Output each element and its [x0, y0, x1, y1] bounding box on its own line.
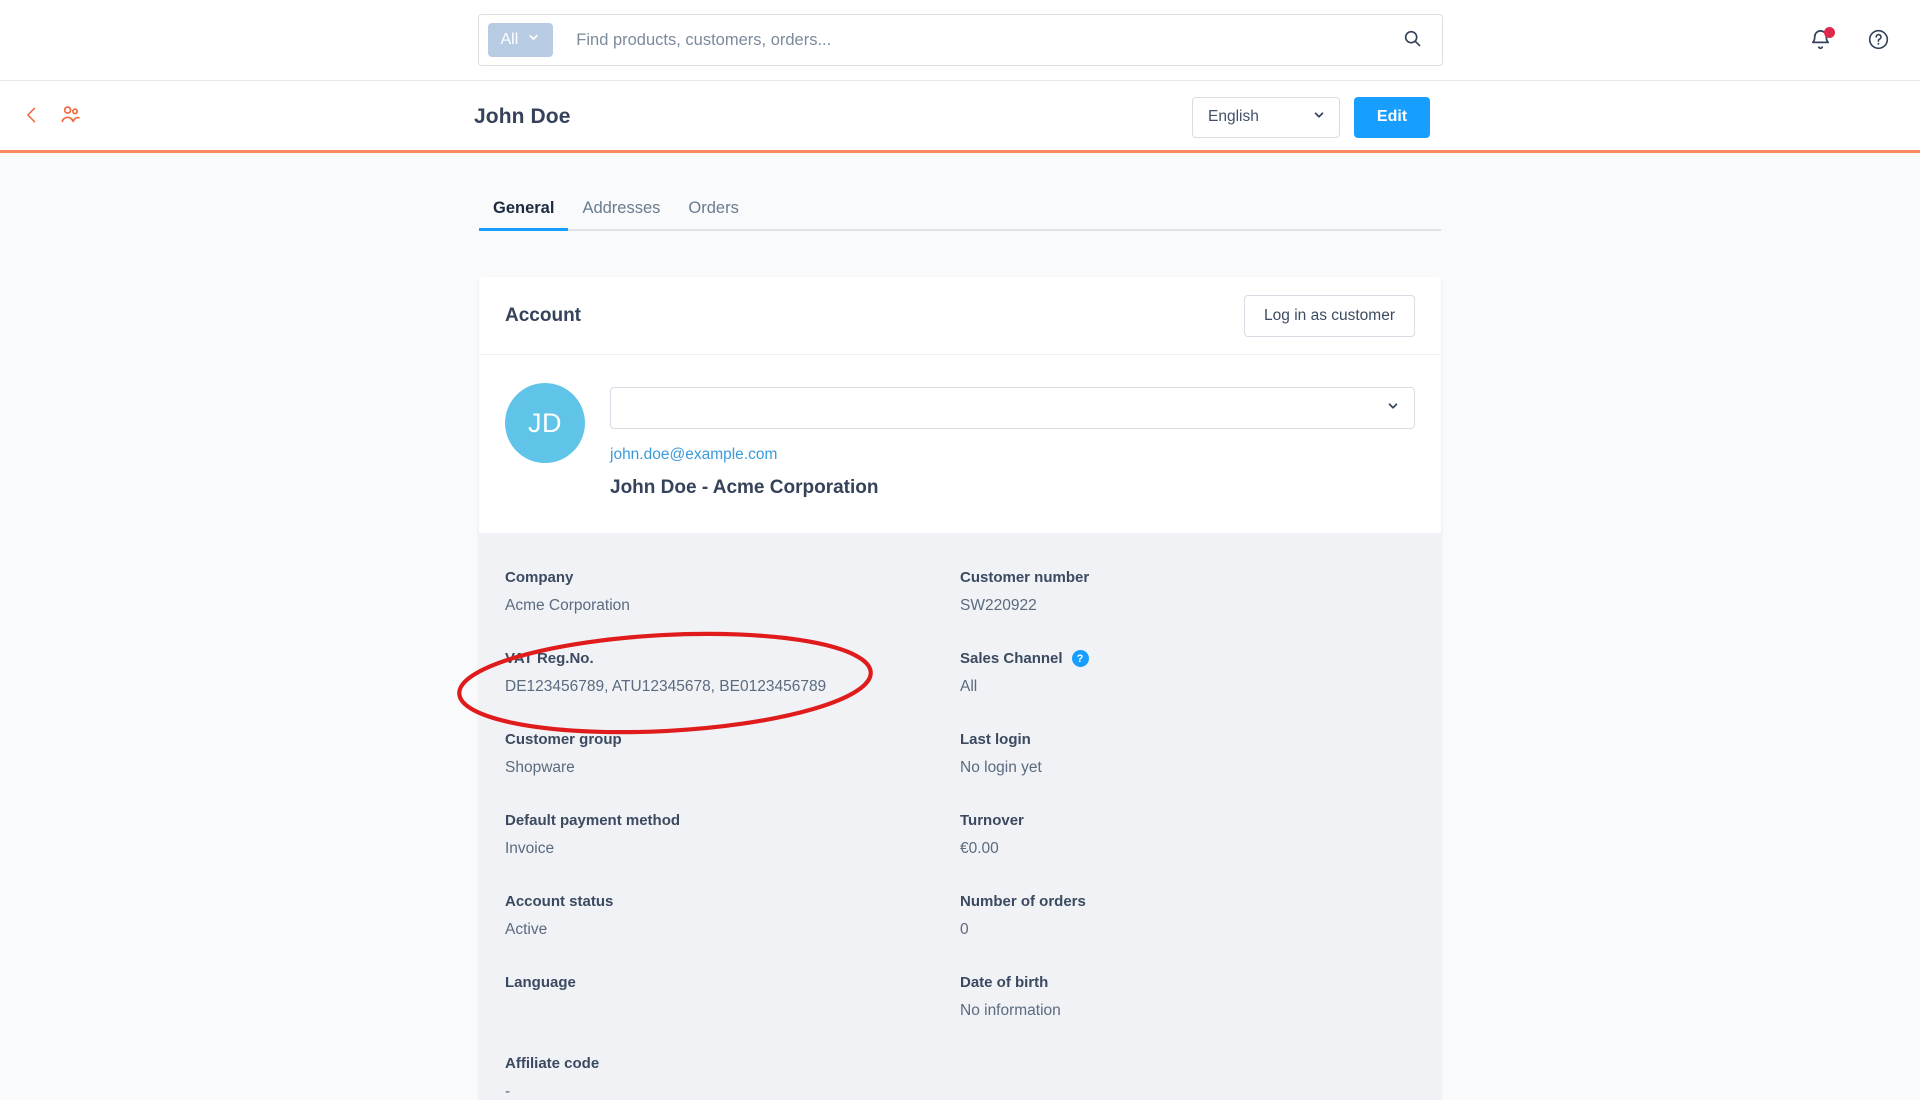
- field-label-text: Company: [505, 569, 574, 586]
- chevron-down-icon: [527, 31, 540, 49]
- tab-general[interactable]: General: [479, 199, 569, 231]
- field-value-text: -: [505, 1083, 511, 1100]
- field-affiliate-code: Affiliate code -: [505, 1055, 960, 1100]
- field-label-text: Language: [505, 974, 576, 991]
- field-value-text: Acme Corporation: [505, 597, 630, 614]
- chevron-left-icon[interactable]: [22, 105, 42, 130]
- question-circle-icon[interactable]: ?: [1071, 650, 1089, 667]
- global-search-bar: All: [477, 14, 1443, 66]
- field-label-text: Sales Channel: [960, 650, 1063, 667]
- field-customer-number: Customer number SW220922: [960, 569, 1415, 650]
- search-input[interactable]: [553, 30, 1390, 50]
- question-circle-icon: [1867, 28, 1890, 54]
- account-card-header: Account Log in as customer: [479, 277, 1441, 355]
- field-turnover: Turnover €0.00: [960, 812, 1415, 893]
- search-scope-selector[interactable]: All: [487, 23, 554, 57]
- field-label-text: Turnover: [960, 812, 1024, 829]
- field-vat-reg-no: VAT Reg.No. DE123456789, ATU12345678, BE…: [505, 650, 960, 731]
- search-icon: [1402, 28, 1423, 52]
- field-value-text: No information: [960, 1002, 1061, 1019]
- field-sales-channel: Sales Channel ? All: [960, 650, 1415, 731]
- field-label-text: Default payment method: [505, 812, 681, 829]
- customer-detail-grid: Company Acme Corporation Customer number…: [479, 533, 1441, 1100]
- page-header: John Doe English Edit: [0, 81, 1920, 153]
- customer-identity: JD john.doe@example.com John Doe - Acme …: [479, 355, 1441, 533]
- field-label-text: Account status: [505, 893, 614, 910]
- global-topbar: All: [0, 0, 1920, 81]
- language-select-value: English: [1208, 108, 1259, 125]
- help-button[interactable]: [1860, 23, 1896, 59]
- language-select[interactable]: English: [1192, 96, 1340, 138]
- field-label-text: Customer number: [960, 569, 1090, 586]
- field-label-text: Date of birth: [960, 974, 1049, 991]
- notification-badge: [1824, 26, 1835, 38]
- field-date-of-birth: Date of birth No information: [960, 974, 1415, 1055]
- field-number-of-orders: Number of orders 0: [960, 893, 1415, 974]
- notifications-button[interactable]: [1802, 23, 1838, 59]
- field-value-text: Invoice: [505, 840, 555, 857]
- field-value-text: DE123456789, ATU12345678, BE0123456789: [505, 678, 827, 695]
- field-value-text: Shopware: [505, 759, 575, 776]
- field-account-status: Account status Active: [505, 893, 960, 974]
- users-icon[interactable]: [59, 103, 82, 131]
- field-label-text: Affiliate code: [505, 1055, 600, 1072]
- edit-button[interactable]: Edit: [1354, 96, 1430, 138]
- identity-details: john.doe@example.com John Doe - Acme Cor…: [610, 383, 1415, 499]
- content-container: General Addresses Orders Account Log in …: [479, 153, 1441, 1100]
- topbar-actions: [1802, 0, 1896, 81]
- field-label-text: Last login: [960, 731, 1031, 748]
- page-title: John Doe: [474, 105, 571, 128]
- header-actions: English Edit: [1192, 96, 1920, 138]
- field-value-text: €0.00: [960, 840, 999, 857]
- tab-bar: General Addresses Orders: [479, 187, 1441, 231]
- field-value-text: No login yet: [960, 759, 1042, 776]
- log-in-as-customer-button[interactable]: Log in as customer: [1244, 294, 1415, 337]
- field-value-text: 0: [960, 921, 969, 938]
- field-last-login: Last login No login yet: [960, 731, 1415, 812]
- avatar: JD: [505, 383, 585, 463]
- field-label-text: Number of orders: [960, 893, 1086, 910]
- search-submit-button[interactable]: [1390, 17, 1436, 63]
- field-spacer-1: [960, 1055, 1415, 1100]
- header-navigation: [0, 103, 82, 131]
- field-label-text: Customer group: [505, 731, 622, 748]
- chevron-down-icon: [1386, 399, 1400, 418]
- tab-addresses[interactable]: Addresses: [568, 199, 674, 229]
- customer-select[interactable]: [610, 387, 1415, 429]
- search-scope-label: All: [500, 31, 519, 48]
- field-value-text: SW220922: [960, 597, 1037, 614]
- field-value-text: Active: [505, 921, 548, 938]
- chevron-down-icon: [1312, 108, 1326, 127]
- field-language: Language: [505, 974, 960, 1055]
- account-card: Account Log in as customer JD john.doe@e…: [479, 277, 1441, 1100]
- account-card-title: Account: [505, 304, 581, 326]
- field-label-text: VAT Reg.No.: [505, 650, 594, 667]
- page-content: General Addresses Orders Account Log in …: [0, 153, 1920, 1100]
- customer-email-link[interactable]: john.doe@example.com: [610, 446, 1415, 464]
- field-company: Company Acme Corporation: [505, 569, 960, 650]
- tab-orders[interactable]: Orders: [674, 199, 752, 229]
- field-default-payment-method: Default payment method Invoice: [505, 812, 960, 893]
- field-value-text: [505, 1002, 960, 1021]
- field-value-text: All: [960, 678, 978, 695]
- field-value-text: [960, 1066, 1415, 1085]
- field-customer-group: Customer group Shopware: [505, 731, 960, 812]
- customer-display-name: John Doe - Acme Corporation: [610, 477, 879, 498]
